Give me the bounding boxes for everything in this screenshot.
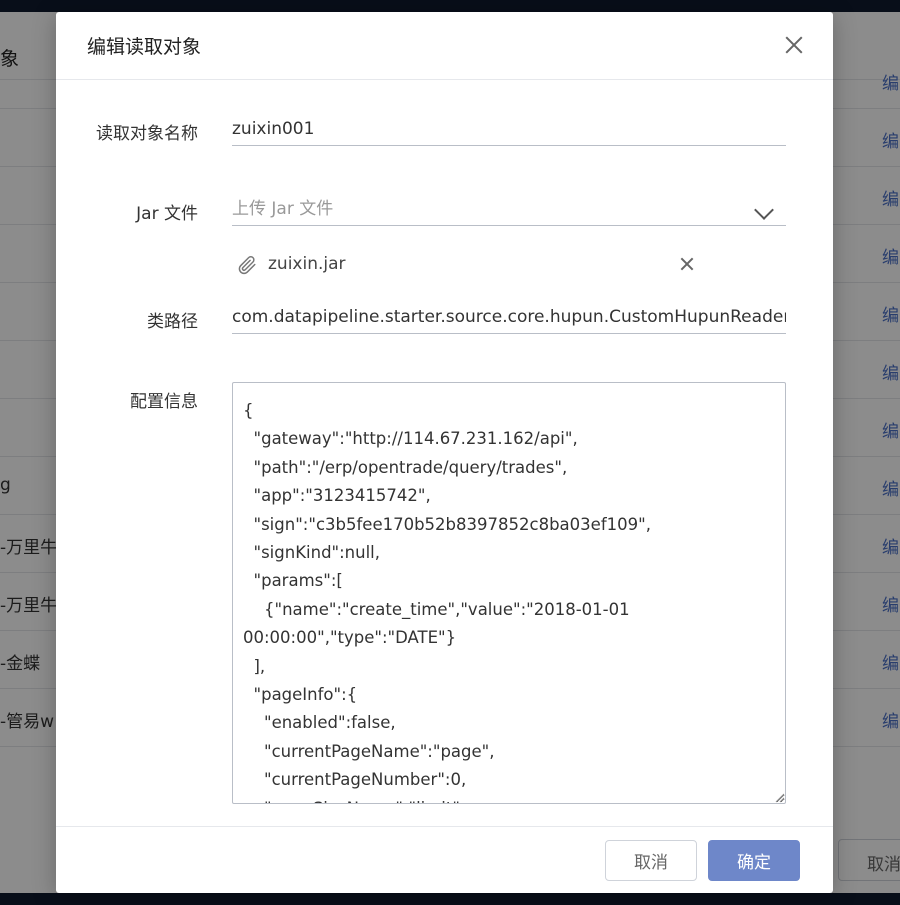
reader-name-input[interactable] xyxy=(232,112,786,146)
uploaded-file-item: zuixin.jar xyxy=(236,252,696,278)
paperclip-icon xyxy=(238,256,256,275)
jar-file-label: Jar 文件 xyxy=(136,204,198,224)
confirm-button[interactable]: 确定 xyxy=(708,840,800,881)
dialog-header: 编辑读取对象 xyxy=(56,12,833,80)
classpath-input[interactable] xyxy=(232,300,786,334)
remove-file-icon[interactable] xyxy=(678,255,696,273)
classpath-label: 类路径 xyxy=(147,312,198,332)
dialog-title: 编辑读取对象 xyxy=(87,36,202,58)
config-label: 配置信息 xyxy=(130,392,198,412)
cancel-button[interactable]: 取消 xyxy=(605,840,697,881)
config-textarea[interactable] xyxy=(232,382,786,804)
jar-file-select[interactable] xyxy=(232,192,786,226)
resize-handle-icon[interactable] xyxy=(773,791,785,803)
close-icon[interactable] xyxy=(782,33,806,57)
reader-name-label: 读取对象名称 xyxy=(96,124,198,144)
uploaded-file-name: zuixin.jar xyxy=(268,254,346,274)
edit-reader-dialog: 编辑读取对象 读取对象名称 Jar 文件 zuixin.jar 类路径 配置信息… xyxy=(56,12,833,893)
dialog-footer: 取消 确定 xyxy=(56,826,833,893)
